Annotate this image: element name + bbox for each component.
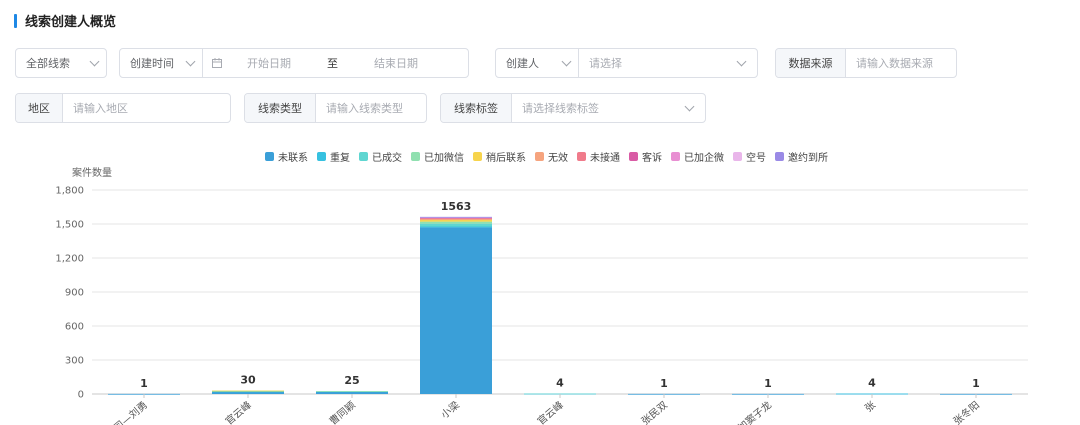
- bar-total-label: 25: [344, 374, 359, 387]
- end-date-input[interactable]: 结束日期: [374, 55, 418, 71]
- x-category-label: 张民双: [639, 399, 670, 425]
- bar-segment: [420, 223, 492, 227]
- chevron-down-icon: [185, 56, 196, 66]
- x-category-label: 曹同颖: [327, 398, 358, 425]
- creator-label: 创建人: [506, 57, 539, 70]
- x-category-label: …官云峰: [527, 398, 566, 425]
- bar-segment: [420, 227, 492, 394]
- chevron-down-icon: [736, 56, 747, 66]
- page-title: 线索创建人概览: [25, 15, 117, 30]
- bar-total-label: 4: [868, 377, 876, 390]
- y-tick-label: 1,200: [55, 254, 84, 265]
- bar-total-label: 1: [140, 377, 148, 390]
- bar-segment: [420, 218, 492, 221]
- lead-type-label: 线索类型: [245, 94, 316, 122]
- bar-total-label: 1: [972, 377, 980, 390]
- bar-segment: [212, 391, 284, 394]
- bar-segment: [420, 220, 492, 222]
- creator-filter: 创建人 请选择: [495, 48, 758, 78]
- chevron-down-icon: [561, 56, 572, 66]
- bar-segment: [420, 216, 492, 218]
- chevron-down-icon: [684, 101, 695, 111]
- creator-select[interactable]: 请选择: [579, 49, 757, 77]
- lead-type-filter: 线索类型 请输入线索类型: [244, 93, 427, 123]
- bar-total-label: 4: [556, 377, 564, 390]
- y-tick-label: 1,500: [55, 220, 84, 231]
- calendar-icon: [212, 58, 222, 68]
- bar-total-label: 1: [764, 377, 772, 390]
- lead-tag-placeholder: 请选择线索标签: [522, 102, 599, 115]
- lead-tag-filter: 线索标签 请选择线索标签: [440, 93, 706, 123]
- data-source-input[interactable]: 请输入数据来源: [846, 55, 956, 71]
- x-category-label: 张: [863, 399, 878, 415]
- bar-total-label: 1563: [441, 200, 472, 213]
- y-axis-title: 案件数量: [72, 166, 112, 179]
- create-time-range: 创建时间 开始日期 至 结束日期: [119, 48, 469, 78]
- y-tick-label: 1,800: [55, 186, 84, 197]
- bar-total-label: 30: [240, 374, 256, 387]
- region-input[interactable]: 请输入地区: [63, 100, 230, 116]
- bar-segment: [316, 391, 388, 392]
- region-label: 地区: [16, 94, 63, 122]
- bar-total-label: 1: [660, 377, 668, 390]
- start-date-input[interactable]: 开始日期: [247, 55, 291, 71]
- x-category-label: …司—刘勇: [104, 399, 150, 425]
- lead-type-input[interactable]: 请输入线索类型: [316, 100, 426, 116]
- section-header: 线索创建人概览: [14, 11, 116, 30]
- x-category-label: 小梁: [438, 398, 462, 421]
- y-tick-label: 300: [65, 356, 84, 367]
- date-separator: 至: [327, 57, 338, 70]
- data-source-filter: 数据来源 请输入数据来源: [775, 48, 957, 78]
- create-time-value: 创建时间: [130, 57, 174, 70]
- creator-field-select[interactable]: 创建人: [496, 49, 579, 77]
- lead-tag-select[interactable]: 请选择线索标签: [512, 94, 705, 122]
- y-tick-label: 600: [65, 322, 84, 333]
- bar-segment: [420, 221, 492, 224]
- data-source-label: 数据来源: [776, 49, 846, 77]
- region-filter: 地区 请输入地区: [15, 93, 231, 123]
- creator-placeholder: 请选择: [589, 57, 622, 70]
- all-leads-select[interactable]: 全部线索: [15, 48, 107, 78]
- title-accent-bar: [14, 13, 17, 28]
- date-range-picker[interactable]: 开始日期 至 结束日期: [203, 49, 468, 77]
- bar-segment: [420, 226, 492, 228]
- x-category-label: 张冬阳: [951, 398, 982, 425]
- lead-tag-label: 线索标签: [441, 94, 512, 122]
- x-category-label: …加窦子龙: [727, 398, 774, 425]
- x-category-label: …官云峰: [215, 398, 254, 425]
- chevron-down-icon: [89, 56, 100, 66]
- bar-segment: [212, 390, 284, 392]
- stacked-bar-chart: 案件数量 0 300 600 900 1,200 1,500 1,800 1 …司—刘勇 30 …官云…: [55, 166, 1028, 425]
- all-leads-value: 全部线索: [26, 57, 70, 70]
- y-tick-label: 900: [65, 288, 84, 299]
- create-time-select[interactable]: 创建时间: [120, 49, 203, 77]
- y-tick-label: 0: [78, 390, 84, 401]
